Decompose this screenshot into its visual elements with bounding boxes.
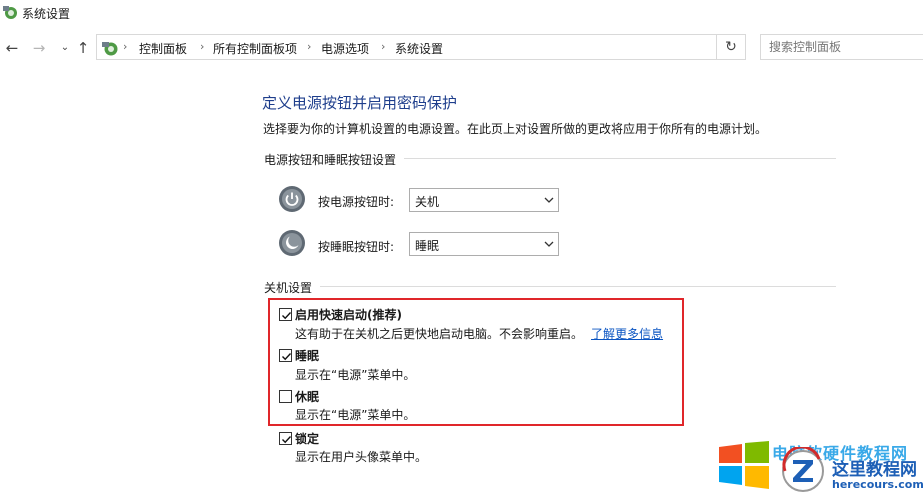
lock-option-label[interactable]: 锁定 (295, 430, 319, 447)
breadcrumb-control-panel[interactable]: 控制面板 (139, 40, 187, 57)
power-button-action-select[interactable]: 关机 (409, 188, 559, 212)
learn-more-link[interactable]: 了解更多信息 (591, 327, 663, 341)
recent-dropdown-icon[interactable]: ⌄ (56, 38, 74, 58)
z-logo-icon (782, 447, 824, 492)
refresh-icon[interactable]: ↻ (716, 34, 746, 60)
lock-option-description: 显示在用户头像菜单中。 (295, 450, 428, 464)
window-title: 系统设置 (22, 7, 71, 21)
breadcrumb-system-settings[interactable]: 系统设置 (395, 40, 443, 57)
power-button-icon (279, 186, 305, 212)
checkbox-check-icon (282, 353, 292, 361)
address-bar[interactable]: › 控制面板 › 所有控制面板项 › 电源选项 › 系统设置 (96, 34, 800, 60)
fast-startup-checkbox[interactable] (279, 308, 292, 321)
shutdown-section-title: 关机设置 (264, 281, 313, 295)
section-divider (404, 158, 836, 159)
back-arrow-icon[interactable]: ← (3, 38, 21, 58)
power-button-label: 按电源按钮时: (318, 195, 395, 209)
watermark-url: herecours.com (832, 478, 923, 491)
page-description: 选择要为你的计算机设置的电源设置。在此页上对设置所做的更改将应用于你所有的电源计… (263, 122, 768, 136)
hibernate-option-description: 显示在“电源”菜单中。 (295, 408, 416, 422)
control-panel-icon (102, 42, 118, 56)
fast-startup-label[interactable]: 启用快速启动(推荐) (295, 306, 402, 323)
fast-startup-description-text: 这有助于在关机之后更快地启动电脑。不会影响重启。 (295, 327, 584, 341)
breadcrumb-all-items[interactable]: 所有控制面板项 (213, 40, 297, 57)
chevron-down-icon (544, 241, 554, 247)
power-section-title: 电源按钮和睡眠按钮设置 (264, 153, 397, 167)
chevron-down-icon (544, 197, 554, 203)
windows-logo-icon (719, 441, 769, 489)
watermark-site-name: 这里教程网 (832, 460, 917, 480)
sleep-button-action-select[interactable]: 睡眠 (409, 232, 559, 256)
navigation-bar: ← → ⌄ ↑ › 控制面板 › 所有控制面板项 › 电源选项 › 系统设置 ↻ (0, 34, 923, 62)
title-bar: 系统设置 (0, 0, 923, 30)
breadcrumb-power-options[interactable]: 电源选项 (321, 40, 369, 57)
search-input[interactable] (760, 34, 923, 60)
hibernate-checkbox[interactable] (279, 390, 292, 403)
breadcrumb-separator: › (381, 40, 386, 53)
select-value: 关机 (415, 195, 440, 209)
sleep-checkbox[interactable] (279, 349, 292, 362)
sleep-option-description: 显示在“电源”菜单中。 (295, 368, 416, 382)
up-arrow-icon[interactable]: ↑ (74, 38, 92, 58)
sleep-button-label: 按睡眠按钮时: (318, 240, 395, 254)
section-divider (320, 286, 836, 287)
forward-arrow-icon[interactable]: → (30, 38, 48, 58)
hibernate-option-label[interactable]: 休眠 (295, 388, 319, 405)
page-title: 定义电源按钮并启用密码保护 (262, 94, 458, 112)
select-value: 睡眠 (415, 239, 440, 253)
sleep-button-icon (279, 230, 305, 256)
checkbox-check-icon (282, 312, 292, 320)
checkbox-check-icon (282, 436, 292, 444)
control-panel-icon (3, 6, 17, 19)
breadcrumb-separator: › (200, 40, 205, 53)
fast-startup-description: 这有助于在关机之后更快地启动电脑。不会影响重启。 了解更多信息 (295, 325, 663, 342)
sleep-option-label[interactable]: 睡眠 (295, 347, 319, 364)
lock-checkbox[interactable] (279, 432, 292, 445)
breadcrumb-separator: › (307, 40, 312, 53)
breadcrumb-separator: › (123, 40, 128, 53)
